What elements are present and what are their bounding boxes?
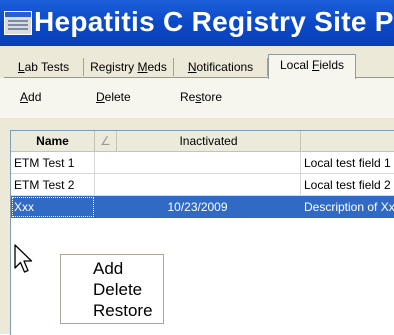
mouse-pointer-icon — [14, 244, 33, 273]
sort-indicator-icon: ∠ — [100, 134, 111, 148]
title-bar[interactable]: Hepatitis C Registry Site Pa — [0, 0, 394, 46]
tab-notifications[interactable]: Notifications — [174, 58, 268, 76]
tab-lab-tests[interactable]: Lab Tests — [4, 58, 84, 76]
tab-local-fields[interactable]: Local Fields — [268, 54, 356, 79]
window-title: Hepatitis C Registry Site Pa — [34, 6, 394, 37]
grid-header: Name ∠ Inactivated — [11, 131, 394, 152]
app-icon[interactable] — [4, 11, 32, 35]
cell-inactivated[interactable]: 10/23/2009 — [95, 196, 301, 218]
cell-inactivated[interactable] — [95, 174, 301, 196]
column-header-description[interactable] — [301, 131, 394, 151]
context-menu-add[interactable]: Add — [93, 259, 123, 279]
context-menu-delete[interactable]: Delete — [93, 280, 142, 300]
delete-button[interactable]: Delete — [96, 90, 131, 104]
table-row-selected[interactable]: Xxx 10/23/2009 Description of Xxx — [11, 196, 394, 218]
cell-description[interactable]: Local test field 2 — [301, 174, 394, 196]
cell-description[interactable]: Local test field 1 — [301, 152, 394, 174]
toolbar: Add Delete Restore — [0, 78, 394, 118]
column-header-name[interactable]: Name — [11, 131, 95, 151]
cell-name[interactable]: Xxx — [11, 196, 95, 218]
add-button[interactable]: Add — [20, 90, 41, 104]
table-row[interactable]: ETM Test 1 Local test field 1 — [11, 152, 394, 174]
table-row[interactable]: ETM Test 2 Local test field 2 — [11, 174, 394, 196]
cell-inactivated[interactable] — [95, 152, 301, 174]
cell-description[interactable]: Description of Xxx — [301, 196, 394, 218]
cell-name[interactable]: ETM Test 1 — [11, 152, 95, 174]
context-menu: Add Delete Restore — [60, 254, 164, 324]
column-header-sort[interactable]: ∠ — [95, 131, 117, 151]
cell-name[interactable]: ETM Test 2 — [11, 174, 95, 196]
context-menu-restore[interactable]: Restore — [93, 301, 153, 321]
restore-button[interactable]: Restore — [180, 90, 222, 104]
tab-registry-meds[interactable]: Registry Meds — [84, 58, 174, 76]
column-header-inactivated[interactable]: Inactivated — [117, 131, 301, 151]
